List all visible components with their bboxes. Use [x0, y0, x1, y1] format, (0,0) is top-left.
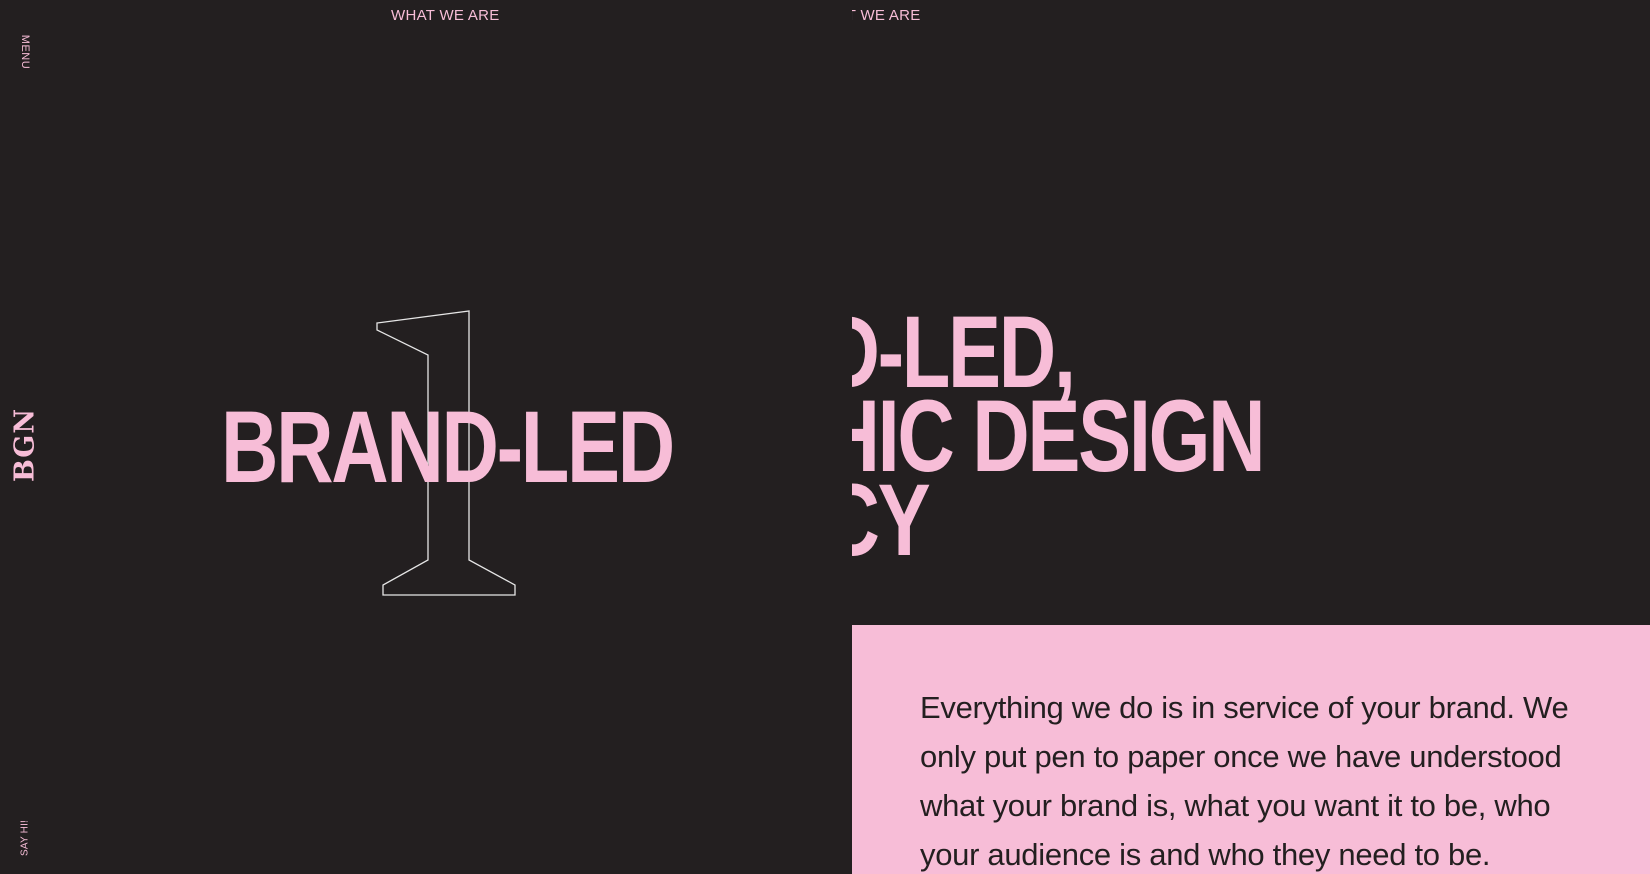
info-card: Everything we do is in service of your b… — [852, 625, 1650, 874]
say-hi-link[interactable]: SAY HI! — [20, 820, 31, 856]
section-label-left: WHAT WE ARE — [391, 7, 500, 24]
section-label-right: WHAT WE ARE — [852, 7, 921, 24]
hero-headline-left: BRAND-LED — [221, 390, 675, 504]
side-rail: MENU BGN SAY HI! — [0, 0, 50, 874]
hero-headline-right: BRAND-LED, GRAPHIC DESIGN AGENCY — [852, 301, 1266, 571]
brand-logo[interactable]: BGN — [10, 408, 41, 482]
menu-button[interactable]: MENU — [19, 35, 31, 69]
info-paragraph: Everything we do is in service of your b… — [920, 690, 1569, 872]
